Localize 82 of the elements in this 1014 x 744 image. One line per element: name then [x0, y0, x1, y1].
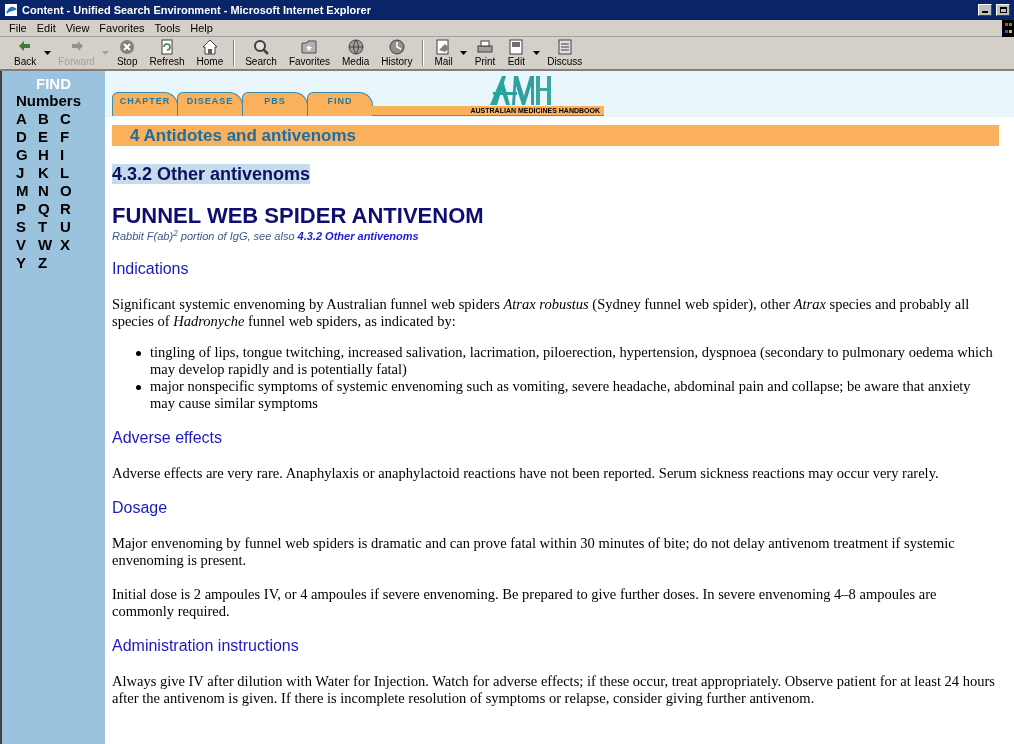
paragraph: Major envenoming by funnel web spiders is dramatic and can prove fatal within 30 minutes of bite; do not delay antivenom treatment if systemic envenoming is present.: [112, 535, 956, 569]
letter-link[interactable]: S: [16, 218, 38, 236]
menu-item[interactable]: Help: [185, 20, 218, 36]
toolbar-button[interactable]: History: [375, 37, 419, 69]
toolbar-button[interactable]: Edit: [501, 37, 532, 69]
toolbar-button[interactable]: Mail: [428, 37, 459, 69]
refresh-icon: [158, 38, 176, 56]
letter-link[interactable]: Y: [16, 254, 38, 272]
restore-button[interactable]: [996, 4, 1010, 16]
letter-link[interactable]: U: [60, 218, 82, 236]
minimize-button[interactable]: [978, 4, 992, 16]
letter-link[interactable]: C: [60, 110, 82, 128]
window-title: Content - Unified Search Environment - Microsoft Internet Explorer: [22, 2, 372, 18]
letter-link[interactable]: G: [16, 146, 38, 164]
caret-icon: [460, 51, 468, 55]
folder-icon: [300, 38, 319, 56]
browser-icon: [4, 3, 18, 17]
letter-link[interactable]: B: [38, 110, 60, 128]
letter-link[interactable]: A: [16, 110, 38, 128]
note-icon: [555, 38, 574, 56]
home-icon: [200, 38, 219, 56]
numbers-link[interactable]: Numbers: [16, 92, 105, 110]
toolbar-button[interactable]: Back: [8, 37, 43, 69]
section-subheading: Adverse effects: [112, 428, 223, 448]
letter-link[interactable]: O: [60, 182, 82, 200]
letter-link[interactable]: M: [16, 182, 38, 200]
paragraph: Significant systemic envenoming by Australian funnel web spiders Atrax robustus (Sydney funnel web spider), other Atrax species and probably all species of Hadronyche funnel web spiders, as indicated by:: [112, 296, 971, 330]
letter-link[interactable]: N: [38, 182, 60, 200]
drug-heading: FUNNEL WEB SPIDER ANTIVENOM: [112, 203, 485, 229]
document-icon: [507, 38, 526, 56]
letter-link[interactable]: D: [16, 128, 38, 146]
toolbar-button[interactable]: Home: [190, 37, 230, 69]
paragraph: Initial dose is 2 ampoules IV, or 4 ampoules if severe envenoming. Be prepared to give further doses. In severe envenoming 4–8 ampoules are commonly required.: [112, 586, 938, 620]
letter-link[interactable]: V: [16, 236, 38, 254]
toolbar-button[interactable]: Refresh: [143, 37, 191, 69]
clock-icon: [387, 38, 406, 56]
menu-item[interactable]: Edit: [31, 20, 61, 36]
bullet-icon: [136, 385, 141, 390]
search-icon: [252, 38, 271, 56]
globe-icon: [346, 38, 365, 56]
letter-link[interactable]: T: [38, 218, 60, 236]
toolbar-button[interactable]: Search: [239, 37, 283, 69]
menu-item[interactable]: File: [4, 20, 32, 36]
section-subheading: Dosage: [112, 498, 169, 518]
paragraph: Adverse effects are very rare. Anaphylaxis or anaphylactoid reactions have not been reported. Serum sickness reactions may occur very rarely.: [112, 465, 940, 482]
toolbar-button[interactable]: Print: [468, 37, 502, 69]
menu-item[interactable]: View: [60, 20, 95, 36]
menu-item[interactable]: Favorites: [94, 20, 150, 36]
bullet-icon: [136, 351, 141, 356]
toolbar-button[interactable]: Media: [336, 37, 376, 69]
logo-drawing: [488, 74, 552, 107]
caret-icon: [532, 51, 540, 55]
letter-link[interactable]: I: [60, 146, 82, 164]
letter-link[interactable]: K: [38, 164, 60, 182]
letter-link[interactable]: H: [38, 146, 60, 164]
sidebar-title: FIND: [35, 75, 72, 92]
letter-link[interactable]: W: [38, 236, 60, 254]
letter-link[interactable]: R: [60, 200, 82, 218]
letter-link[interactable]: Q: [38, 200, 60, 218]
toolbar-button[interactable]: Discuss: [541, 37, 589, 69]
caret-icon: [102, 51, 110, 55]
toolbar-button[interactable]: Stop: [110, 37, 144, 69]
section-subheading: Indications: [112, 259, 190, 279]
menu-item[interactable]: Tools: [149, 20, 186, 36]
list-item: major nonspecific symptoms of systemic envenoming such as vomiting, severe headache, abdominal pain and collapse; be aware that anxiety may cause similar symptoms: [150, 378, 972, 412]
letter-link[interactable]: X: [60, 236, 82, 254]
caret-icon: [43, 51, 51, 55]
letter-link[interactable]: F: [60, 128, 82, 146]
section-link[interactable]: 4.3.2 Other antivenoms: [297, 230, 419, 242]
section-subheading: Administration instructions: [112, 636, 300, 656]
paragraph: Always give IV after dilution with Water for Injection. Watch for adverse effects; if these occur, treat appropriately. Observe patient for at least 24 hours after the antivenom is given. If there is incomplete resolution of symptoms or relapse, consider giving further antivenom.: [112, 673, 996, 707]
letter-link[interactable]: J: [16, 164, 38, 182]
letter-link[interactable]: L: [60, 164, 82, 182]
letter-link[interactable]: E: [38, 128, 60, 146]
chapter-banner: 4 Antidotes and antivenoms: [112, 125, 999, 146]
list-item: tingling of lips, tongue twitching, increased salivation, lacrimation, piloerection, hypertension, dyspnoea (secondary to pulmonary oedema which may develop rapidly and is potentially fatal): [150, 344, 994, 378]
section-heading: 4.3.2 Other antivenoms: [112, 164, 311, 184]
toolbar-button[interactable]: Favorites: [282, 37, 336, 69]
letter-link[interactable]: P: [16, 200, 38, 218]
drug-subtitle: Rabbit F(ab)$^{2}$ portion of IgG, see also: [112, 230, 295, 242]
printer-icon: [476, 38, 494, 56]
letter-link[interactable]: Z: [38, 254, 60, 272]
